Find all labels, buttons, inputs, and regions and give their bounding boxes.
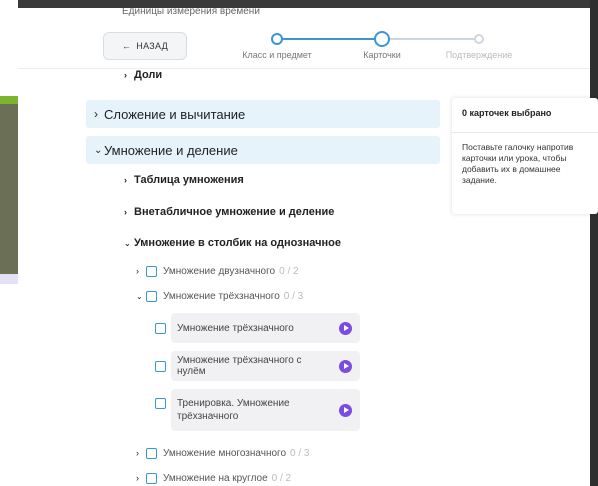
- play-icon[interactable]: [339, 359, 352, 373]
- play-icon[interactable]: [339, 403, 352, 417]
- selection-hint: Поставьте галочку напротив карточки или …: [462, 142, 574, 185]
- chevron-right-icon: ›: [124, 70, 127, 80]
- play-icon[interactable]: [339, 321, 352, 335]
- card-checkbox-wrap: [155, 321, 172, 335]
- arrow-left-icon: ←: [121, 41, 132, 51]
- panel-divider: [452, 132, 598, 133]
- chevron-right-icon: ›: [136, 266, 139, 276]
- topic-multi-digit[interactable]: › Умножение многозначного 0 / 3: [136, 446, 310, 460]
- topic-count: 0 / 2: [271, 472, 292, 484]
- section-label: Умножение и деление: [104, 142, 238, 158]
- chevron-down-icon: ⌄: [124, 238, 131, 248]
- card-checkbox-wrap: [155, 396, 172, 410]
- topic-two-digit[interactable]: › Умножение двузначного 0 / 2: [136, 264, 299, 278]
- background-left-panel: [0, 96, 18, 274]
- subsection-column-multiplication[interactable]: ⌄ Умножение в столбик на однозначное: [124, 235, 341, 251]
- card-label: Умножение трёхзначного: [177, 322, 294, 334]
- subsection-times-table[interactable]: › Таблица умножения: [124, 172, 244, 188]
- section-addition-subtraction[interactable]: › Сложение и вычитание: [86, 100, 440, 128]
- step-confirmation: Подтверждение: [434, 30, 524, 60]
- topic-three-digit[interactable]: ⌄ Умножение трёхзначного 0 / 3: [136, 289, 303, 303]
- background-left-lilac: [0, 274, 18, 284]
- cut-off-row: Единицы измерения времени: [122, 8, 260, 17]
- card-label: Умножение трёхзначного с нулём: [177, 355, 302, 377]
- checkbox[interactable]: [155, 322, 166, 334]
- section-multiplication-division[interactable]: ⌄ Умножение и деление: [86, 136, 440, 164]
- topic-round-number[interactable]: › Умножение на круглое 0 / 2: [136, 471, 291, 485]
- background-left-strip: [0, 96, 18, 104]
- topic-count: 0 / 2: [279, 265, 299, 277]
- chevron-right-icon: ›: [136, 448, 139, 458]
- checkbox[interactable]: [146, 472, 157, 484]
- step-class-subject[interactable]: Класс и предмет: [232, 30, 322, 60]
- card-label: Тренировка. Умножение трёхзначного: [177, 398, 290, 422]
- card-three-digit[interactable]: Умножение трёхзначного: [171, 313, 360, 343]
- chevron-right-icon: ›: [136, 473, 139, 483]
- step-dot: [271, 33, 283, 45]
- chevron-right-icon: ›: [124, 207, 127, 217]
- step-label: Подтверждение: [445, 50, 513, 60]
- step-dot: [474, 34, 484, 44]
- background-right: [590, 0, 598, 486]
- stepper: Класс и предмет Карточки Подтверждение: [232, 30, 512, 70]
- subsection-extra-table[interactable]: › Внетабличное умножение и деление: [124, 204, 334, 220]
- step-dot-active: [374, 31, 390, 47]
- card-three-digit-zero[interactable]: Умножение трёхзначного с нулём: [171, 351, 360, 381]
- chevron-right-icon: ›: [124, 175, 127, 185]
- chevron-down-icon: ⌄: [136, 291, 143, 301]
- back-button-label: НАЗАД: [136, 41, 169, 51]
- selected-count-title: 0 карточек выбрано: [462, 108, 552, 118]
- step-label: Карточки: [363, 50, 401, 60]
- topic-count: 0 / 3: [283, 290, 304, 302]
- tree-item-doli[interactable]: › Доли: [124, 66, 162, 84]
- step-cards[interactable]: Карточки: [337, 30, 427, 60]
- selection-panel: 0 карточек выбрано Поставьте галочку нап…: [452, 98, 598, 214]
- section-label: Сложение и вычитание: [104, 106, 246, 122]
- header-divider: [18, 68, 590, 69]
- chevron-right-icon: ›: [94, 107, 98, 121]
- checkbox[interactable]: [146, 265, 157, 277]
- card-checkbox-wrap: [155, 359, 172, 373]
- step-label: Класс и предмет: [242, 50, 312, 60]
- checkbox[interactable]: [146, 290, 157, 302]
- checkbox[interactable]: [146, 447, 157, 459]
- chevron-down-icon: ⌄: [94, 144, 103, 156]
- card-training[interactable]: Тренировка. Умножение трёхзначного: [171, 389, 360, 431]
- topic-count: 0 / 3: [290, 447, 310, 459]
- checkbox[interactable]: [155, 360, 166, 372]
- back-button[interactable]: ← НАЗАД: [103, 32, 187, 60]
- checkbox[interactable]: [155, 397, 166, 409]
